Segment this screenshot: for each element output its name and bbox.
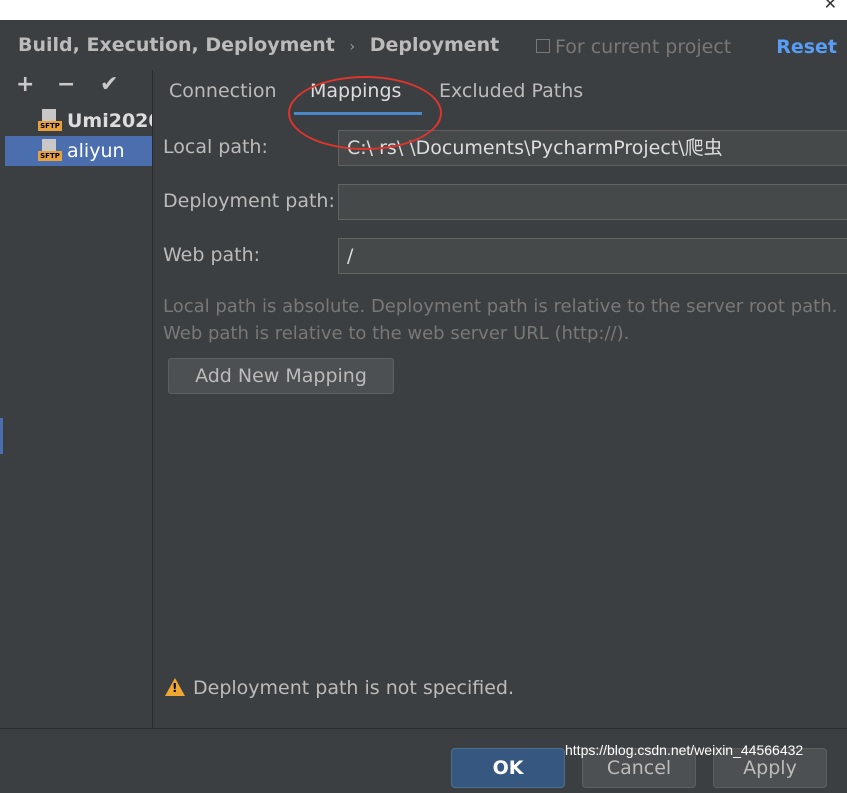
server-item-aliyun[interactable]: SFTP aliyun bbox=[5, 136, 152, 166]
reset-link[interactable]: Reset bbox=[776, 36, 837, 58]
path-hint-line-2: Web path is relative to the web server U… bbox=[163, 323, 630, 344]
remove-server-button[interactable]: − bbox=[57, 72, 75, 97]
local-path-label: Local path: bbox=[163, 136, 268, 158]
add-server-button[interactable]: + bbox=[16, 72, 34, 97]
server-name: Umi2020 bbox=[67, 110, 152, 132]
config-tabs: Connection Mappings Excluded Paths bbox=[153, 70, 847, 115]
tab-mappings[interactable]: Mappings bbox=[310, 80, 401, 102]
breadcrumb-parent: Build, Execution, Deployment bbox=[18, 34, 335, 56]
active-tab-indicator bbox=[294, 112, 422, 115]
server-tree: SFTP Umi2020 SFTP aliyun bbox=[0, 106, 152, 166]
web-path-label: Web path: bbox=[163, 244, 261, 266]
window-edge-marker bbox=[0, 418, 3, 454]
chevron-right-icon: › bbox=[349, 39, 356, 55]
breadcrumb: Build, Execution, Deployment › Deploymen… bbox=[18, 34, 499, 56]
set-default-button[interactable]: ✔ bbox=[100, 72, 118, 97]
add-new-mapping-button[interactable]: Add New Mapping bbox=[168, 358, 394, 394]
server-name: aliyun bbox=[67, 140, 125, 162]
server-list-toolbar: + − ✔ bbox=[0, 70, 152, 104]
deployment-path-field[interactable] bbox=[338, 184, 847, 220]
close-icon[interactable]: ✕ bbox=[824, 0, 837, 13]
settings-dialog: Build, Execution, Deployment › Deploymen… bbox=[0, 20, 847, 793]
sftp-server-icon: SFTP bbox=[38, 139, 62, 163]
server-item-umi2020[interactable]: SFTP Umi2020 bbox=[0, 106, 152, 136]
warning-icon bbox=[165, 678, 185, 696]
tab-connection[interactable]: Connection bbox=[169, 80, 277, 102]
for-current-project-label: For current project bbox=[536, 36, 731, 58]
window-titlebar: ✕ bbox=[0, 0, 847, 20]
deployment-path-warning: Deployment path is not specified. bbox=[165, 676, 514, 699]
dialog-header: Build, Execution, Deployment › Deploymen… bbox=[0, 20, 847, 70]
local-path-field[interactable]: C:\ rs\ \Documents\PycharmProject\爬虫 bbox=[338, 130, 847, 166]
server-list-panel: + − ✔ SFTP Umi2020 SFTP aliyun bbox=[0, 70, 153, 746]
breadcrumb-current: Deployment bbox=[369, 34, 500, 56]
deployment-path-label: Deployment path: bbox=[163, 190, 335, 212]
server-config-panel: Connection Mappings Excluded Paths Local… bbox=[153, 70, 847, 746]
project-scope-icon bbox=[536, 39, 550, 53]
ok-button[interactable]: OK bbox=[451, 748, 565, 788]
path-hint-line-1: Local path is absolute. Deployment path … bbox=[163, 296, 838, 317]
dialog-buttons: OK Cancel Apply bbox=[0, 728, 847, 793]
sftp-server-icon: SFTP bbox=[38, 109, 62, 133]
web-path-field[interactable]: / bbox=[338, 238, 847, 274]
watermark-text: https://blog.csdn.net/weixin_44566432 bbox=[565, 742, 804, 758]
tab-excluded-paths[interactable]: Excluded Paths bbox=[439, 80, 583, 102]
